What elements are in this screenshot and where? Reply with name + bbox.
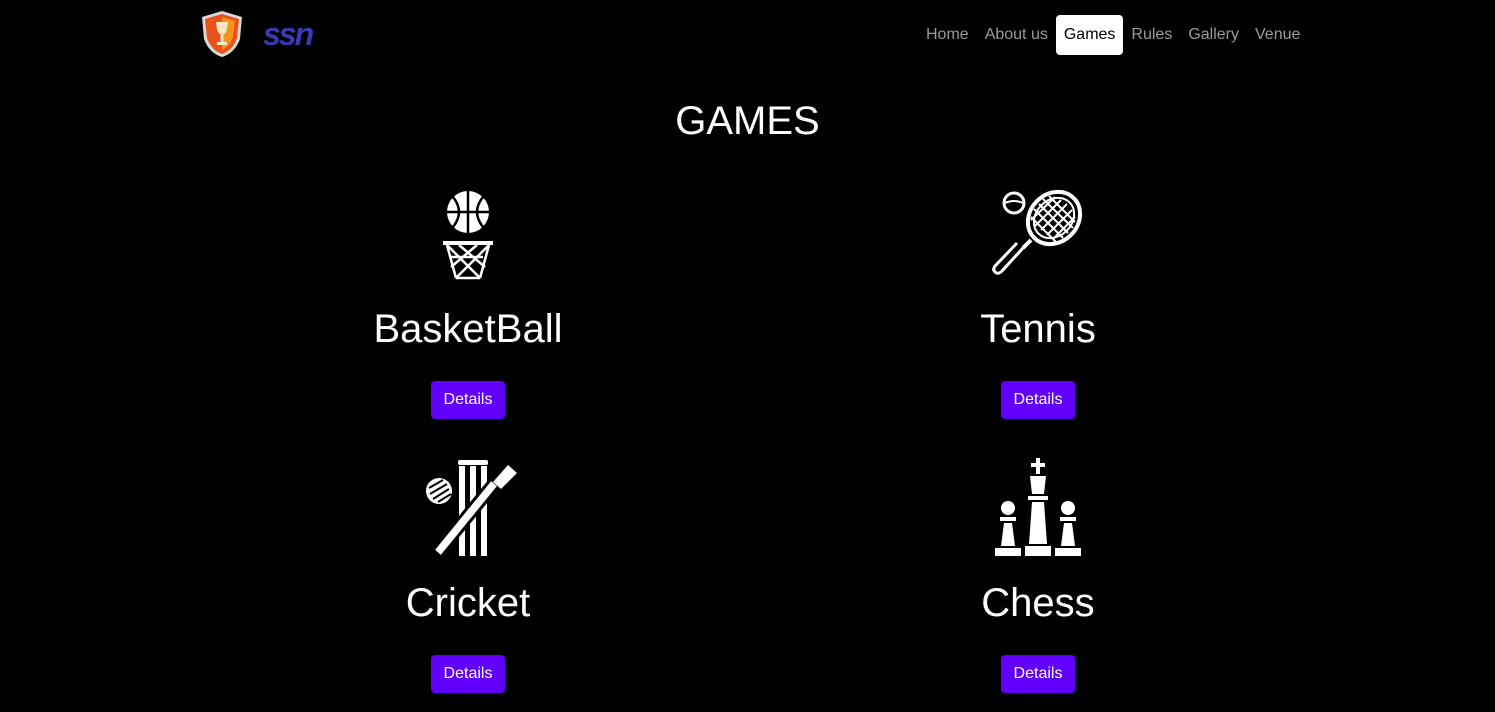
- details-button-tennis[interactable]: Details: [1001, 381, 1075, 419]
- nav-gallery[interactable]: Gallery: [1180, 15, 1247, 55]
- basketball-icon: [443, 191, 493, 280]
- page-title: GAMES: [675, 99, 820, 143]
- cricket-icon: [426, 460, 517, 556]
- brand-logo-text[interactable]: ssn: [263, 14, 314, 54]
- nav-games[interactable]: Games: [1055, 15, 1124, 55]
- trophy-shield-logo[interactable]: [197, 9, 247, 59]
- details-button-chess[interactable]: Details: [1001, 655, 1075, 693]
- nav-home[interactable]: Home: [918, 15, 977, 55]
- game-name: Chess: [981, 581, 1095, 625]
- nav-venue[interactable]: Venue: [1247, 15, 1308, 55]
- chess-icon: [995, 458, 1081, 556]
- game-name: Cricket: [405, 581, 531, 625]
- nav-about-us[interactable]: About us: [977, 15, 1056, 55]
- navbar: ssn Home About us Games Rules Gallery Ve…: [0, 0, 1495, 70]
- nav-links: Home About us Games Rules Gallery Venue: [918, 15, 1308, 55]
- nav-rules[interactable]: Rules: [1123, 15, 1180, 55]
- details-button-cricket[interactable]: Details: [431, 655, 505, 693]
- game-name: Tennis: [980, 307, 1096, 351]
- details-button-basketball[interactable]: Details: [431, 381, 505, 419]
- tennis-racket-icon: [992, 189, 1083, 275]
- game-name: BasketBall: [373, 307, 563, 351]
